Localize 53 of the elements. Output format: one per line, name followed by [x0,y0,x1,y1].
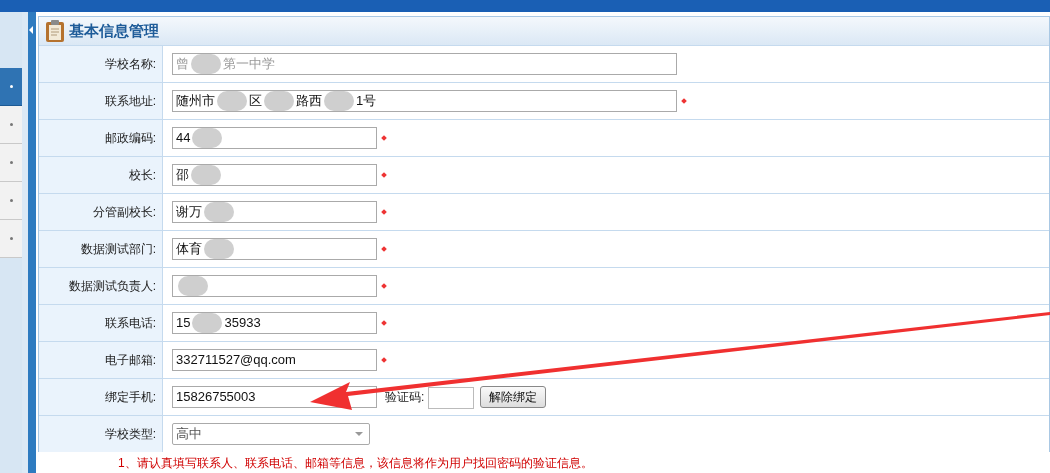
redaction-blur [178,276,208,296]
field-label: 学校名称: [104,56,156,73]
panel-title: 基本信息管理 [69,20,159,41]
field-label: 学校类型: [104,426,156,443]
field-label: 数据测试部门: [80,241,156,258]
redaction-blur [192,313,223,333]
field-value: 15 [176,314,191,333]
redaction-blur [217,91,247,111]
redaction-blur [191,165,221,185]
field-label: 联系地址: [104,93,156,110]
field-value: 35933 [224,314,261,333]
field-value: 曾 [176,55,189,74]
sidebar-item[interactable] [0,68,22,106]
input-field[interactable] [428,387,475,409]
field-value: 随州市 [176,92,215,111]
collapse-icon[interactable] [29,26,33,34]
field-label: 校长: [128,167,156,184]
field-label: 绑定手机: [104,389,156,406]
redaction-blur [324,91,354,111]
input-field[interactable]: 随州市 区 路西 1号 [172,90,677,112]
field-value: 44 [176,129,191,148]
input-field[interactable]: 邵 [172,164,377,186]
input-field[interactable] [172,275,377,297]
field-value: 邵 [176,166,189,185]
clipboard-icon [45,19,65,43]
school-type-dropdown[interactable]: 高中 [172,423,370,445]
field-label: 联系电话: [104,315,156,332]
input-field[interactable]: 332711527@qq.com [172,349,377,371]
input-field[interactable]: 体育 [172,238,377,260]
field-value: 高中 [176,425,202,444]
field-value: 谢万 [176,203,202,222]
unbind-button[interactable]: 解除绑定 [480,386,547,408]
field-label: 分管副校长: [92,204,156,221]
redaction-blur [191,54,221,74]
field-label: 数据测试负责人: [68,278,156,295]
field-value: 路西 [296,92,322,111]
dropdown-arrow-icon [355,432,363,436]
field-value: 区 [249,92,262,111]
redaction-blur [204,202,234,222]
field-value: 1号 [356,92,377,111]
field-label: 电子邮箱: [104,352,156,369]
field-label: 验证码: [385,389,425,406]
input-field[interactable]: 44 [172,127,377,149]
note-text: 1、请认真填写联系人、联系电话、邮箱等信息，该信息将作为用户找回密码的验证信息。 [117,455,594,472]
redaction-blur [204,239,234,259]
field-value: 15826755003 [176,388,256,407]
input-field[interactable]: 15 35933 [172,312,377,334]
redaction-blur [264,91,294,111]
field-value: 332711527@qq.com [176,351,296,370]
redaction-blur [192,128,223,148]
field-label: 邮政编码: [104,130,156,147]
input-field[interactable]: 谢万 [172,201,377,223]
field-value: 体育 [176,240,202,259]
